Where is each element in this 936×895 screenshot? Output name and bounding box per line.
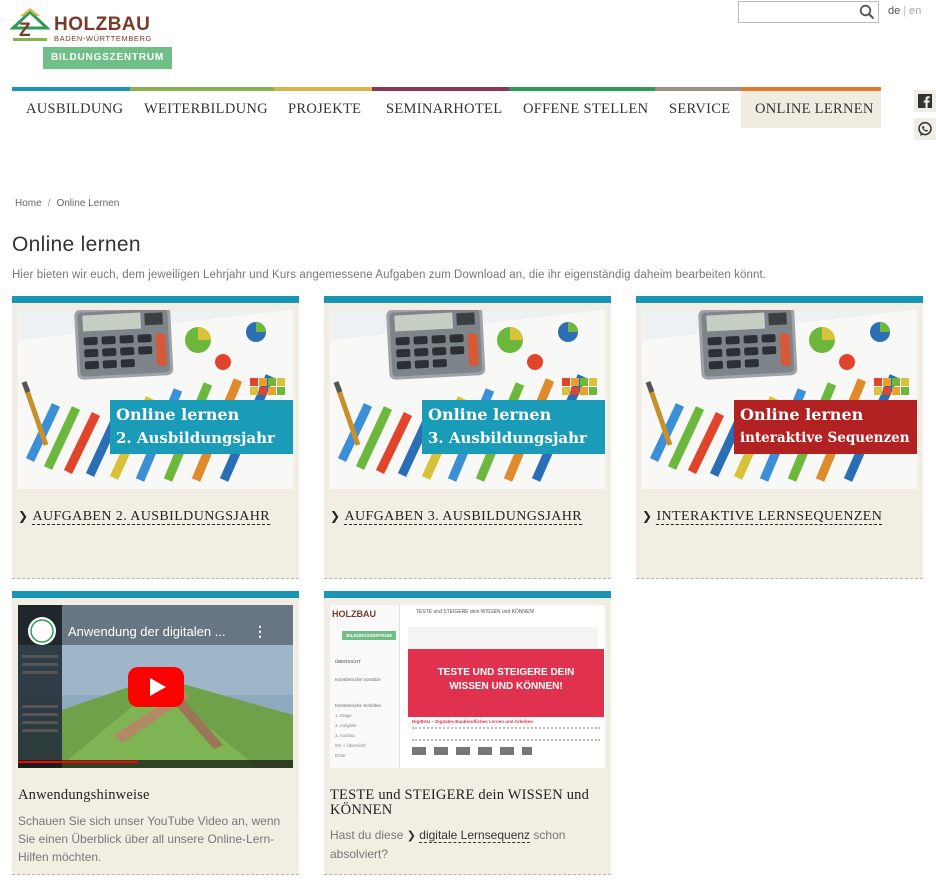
card-link-label: INTERAKTIVE LERNSEQUENZEN bbox=[656, 509, 883, 525]
card-link[interactable]: ❯ INTERAKTIVE LERNSEQUENZEN bbox=[642, 509, 883, 525]
overlay-line-2: interaktive Sequenzen bbox=[740, 430, 910, 446]
chevron-right-icon: ❯ bbox=[330, 509, 341, 523]
card-link-label: AUFGABEN 2. AUSBILDUNGSJAHR bbox=[32, 509, 271, 525]
chevron-right-icon: ❯ bbox=[406, 829, 416, 842]
thumb-nav-3: 1. Etage bbox=[335, 713, 352, 718]
thumb-partner-logos bbox=[412, 747, 532, 755]
image-overlay: Online lernen 3. Ausbildungsjahr bbox=[422, 400, 605, 454]
page-title: Online lernen bbox=[12, 233, 141, 256]
social-bar bbox=[914, 90, 936, 146]
language-switcher: de | en bbox=[888, 5, 921, 17]
lang-en-link[interactable]: en bbox=[909, 5, 921, 17]
thumb-nav-4: 2. Aufgabe bbox=[335, 723, 357, 728]
thumb-nav-1: Künstlerische Vorsätze bbox=[335, 677, 381, 682]
search-box bbox=[738, 1, 879, 23]
thumb-body-text bbox=[412, 727, 600, 741]
digitale-lernsequenz-link[interactable]: digitale Lernsequenz bbox=[419, 828, 531, 843]
card-aufgaben-3: Online lernen 3. Ausbildungsjahr ❯ AUFGAB… bbox=[324, 296, 611, 579]
logo-brand: HOLZBAU bbox=[54, 14, 151, 35]
thumb-hero bbox=[408, 627, 598, 649]
overlay-line-2: 3. Ausbildungsjahr bbox=[428, 429, 587, 447]
thumb-logo: HOLZBAU bbox=[332, 609, 376, 619]
nav-item-offene-stellen[interactable]: OFFENE STELLEN bbox=[509, 87, 655, 128]
nav-item-service[interactable]: SERVICE bbox=[655, 87, 741, 128]
nav-item-weiterbildung[interactable]: WEITERBILDUNG bbox=[130, 87, 274, 128]
thumb-nav-0: ÜBERSICHT bbox=[335, 659, 362, 664]
nav-item-seminarhotel[interactable]: SEMINARHOTEL bbox=[372, 87, 509, 128]
thumb-badge: BILDUNGSZENTRUM bbox=[342, 631, 396, 640]
thumb-banner: TESTE UND STEIGERE DEIN WISSEN UND KÖNNE… bbox=[408, 649, 604, 717]
thumb-banner-line-1: TESTE UND STEIGERE DEIN bbox=[437, 667, 575, 678]
overlay-line-1: Online lernen bbox=[428, 405, 552, 424]
lang-separator: | bbox=[903, 5, 907, 17]
holzbau-logo-icon: Z bbox=[10, 8, 50, 41]
logo[interactable]: Z HOLZBAU BADEN-WÜRTTEMBERG BILDUNGSZENT… bbox=[10, 6, 175, 70]
youtube-play-icon[interactable] bbox=[128, 667, 184, 707]
logo-badge: BILDUNGSZENTRUM bbox=[43, 47, 172, 69]
breadcrumb-current: Online Lernen bbox=[56, 198, 120, 209]
card-description: Hast du diese ❯ digitale Lernsequenz sch… bbox=[330, 826, 610, 863]
thumb-nav-5: 3. Ausbau bbox=[335, 733, 356, 738]
search-input[interactable] bbox=[739, 2, 855, 22]
video-title[interactable]: Anwendung der digitalen ... bbox=[68, 624, 226, 639]
overlay-line-2: 2. Ausbildungsjahr bbox=[116, 429, 275, 447]
card-image[interactable]: Online lernen interaktive Sequenzen bbox=[642, 310, 917, 489]
thumb-nav-7: Ende bbox=[335, 753, 346, 758]
main-nav: AUSBILDUNG WEITERBILDUNG PROJEKTE SEMINA… bbox=[12, 87, 881, 128]
whatsapp-icon bbox=[918, 121, 932, 136]
card-link[interactable]: ❯ AUFGABEN 3. AUSBILDUNGSJAHR bbox=[330, 509, 583, 525]
thumb-caption: DigiBAU – Digitales Bauberufliches Lerne… bbox=[412, 719, 533, 724]
thumb-heading: TESTE und STEIGERE dein WISSEN und KÖNNE… bbox=[416, 609, 535, 615]
description-text-before: Hast du diese bbox=[330, 828, 404, 842]
card-title: TESTE und STEIGERE dein WISSEN und KÖNNE… bbox=[330, 787, 590, 818]
card-image[interactable]: Online lernen 2. Ausbildungsjahr bbox=[18, 310, 293, 489]
overlay-line-1: Online lernen bbox=[116, 405, 240, 424]
digibau-screenshot-image[interactable]: HOLZBAU BILDUNGSZENTRUM ÜBERSICHT Künstl… bbox=[330, 605, 605, 768]
video-menu-icon[interactable]: ⋮ bbox=[253, 623, 267, 640]
facebook-icon bbox=[918, 94, 932, 108]
card-interaktive-lernsequenzen: Online lernen interaktive Sequenzen ❯ INT… bbox=[636, 296, 923, 579]
card-link[interactable]: ❯ AUFGABEN 2. AUSBILDUNGSJAHR bbox=[18, 509, 271, 525]
overlay-line-1: Online lernen bbox=[740, 405, 864, 424]
whatsapp-button[interactable] bbox=[914, 118, 936, 140]
nav-item-projekte[interactable]: PROJEKTE bbox=[274, 87, 372, 128]
thumb-nav-6: OK + Übersicht bbox=[335, 743, 366, 748]
image-overlay: Online lernen interaktive Sequenzen bbox=[734, 400, 917, 454]
nav-item-ausbildung[interactable]: AUSBILDUNG bbox=[12, 87, 130, 128]
card-description: Schauen Sie sich unser YouTube Video an,… bbox=[18, 814, 281, 864]
image-overlay: Online lernen 2. Ausbildungsjahr bbox=[110, 400, 293, 454]
thumb-sidebar: HOLZBAU BILDUNGSZENTRUM ÜBERSICHT Künstl… bbox=[330, 605, 400, 768]
card-aufgaben-2: Online lernen 2. Ausbildungsjahr ❯ AUFGAB… bbox=[12, 296, 299, 579]
card-anwendungshinweise: Anwendung der digitalen ... ⋮ Anwendungs… bbox=[12, 591, 299, 875]
chevron-right-icon: ❯ bbox=[18, 509, 29, 523]
page-intro: Hier bieten wir euch, dem jeweiligen Leh… bbox=[12, 269, 767, 281]
facebook-button[interactable] bbox=[914, 90, 936, 112]
nav-item-online-lernen[interactable]: ONLINE LERNEN bbox=[741, 87, 881, 128]
card-image[interactable]: Online lernen 3. Ausbildungsjahr bbox=[330, 310, 605, 489]
card-link-label: AUFGABEN 3. AUSBILDUNGSJAHR bbox=[344, 509, 583, 525]
lang-de-link[interactable]: de bbox=[888, 5, 900, 17]
thumb-nav-2: Künstlerische Schriften bbox=[335, 703, 382, 708]
breadcrumb-home[interactable]: Home bbox=[15, 198, 42, 209]
search-icon[interactable] bbox=[859, 4, 875, 20]
thumb-banner-line-2: WISSEN UND KÖNNEN! bbox=[449, 681, 563, 692]
svg-text:Z: Z bbox=[19, 20, 31, 41]
youtube-video-embed[interactable]: Anwendung der digitalen ... ⋮ bbox=[18, 605, 293, 768]
breadcrumb-separator: / bbox=[47, 198, 51, 209]
card-teste-und-steigere: HOLZBAU BILDUNGSZENTRUM ÜBERSICHT Künstl… bbox=[324, 591, 611, 875]
chevron-right-icon: ❯ bbox=[642, 509, 653, 523]
logo-subtitle: BADEN-WÜRTTEMBERG bbox=[54, 34, 152, 43]
card-title: Anwendungshinweise bbox=[18, 787, 150, 803]
breadcrumb: Home / Online Lernen bbox=[15, 198, 119, 209]
